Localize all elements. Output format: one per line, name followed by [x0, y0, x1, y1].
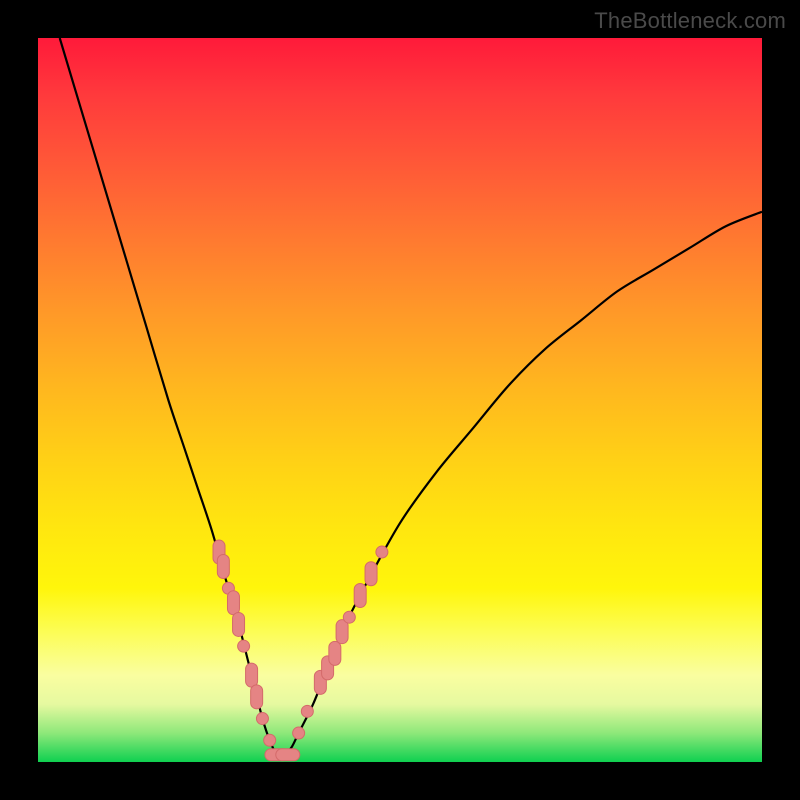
plot-area [38, 38, 762, 762]
curve-marker [336, 620, 348, 644]
chart-svg [38, 38, 762, 762]
curve-marker [227, 591, 239, 615]
attribution-label: TheBottleneck.com [594, 8, 786, 34]
curve-marker [276, 749, 300, 761]
curve-marker [217, 555, 229, 579]
curve-markers [213, 540, 388, 761]
curve-marker [256, 713, 268, 725]
curve-marker [343, 611, 355, 623]
curve-marker [264, 734, 276, 746]
curve-marker [376, 546, 388, 558]
curve-line [60, 38, 762, 756]
curve-marker [329, 641, 341, 665]
curve-marker [238, 640, 250, 652]
curve-marker [354, 583, 366, 607]
curve-marker [293, 727, 305, 739]
curve-marker [301, 705, 313, 717]
curve-marker [246, 663, 258, 687]
curve-marker [365, 562, 377, 586]
curve-marker [251, 685, 263, 709]
curve-marker [233, 612, 245, 636]
chart-stage: TheBottleneck.com [0, 0, 800, 800]
